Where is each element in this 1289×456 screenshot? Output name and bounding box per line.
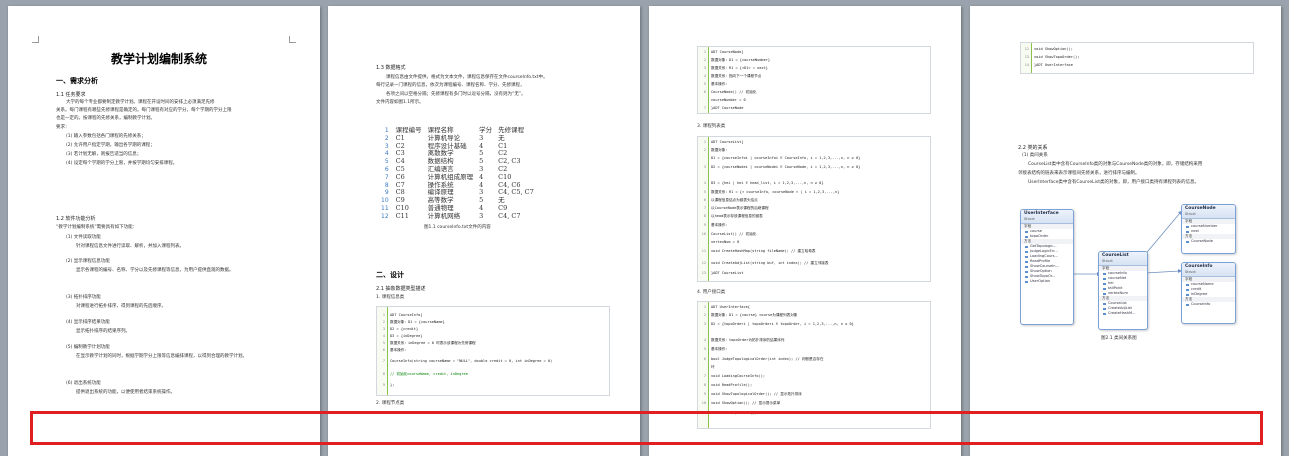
table-row: 12 C11 计算机网络 3 C4, C7 — [381, 211, 521, 220]
list-item: 显示各课程的编号、名称、学分以及先修课程等信息，为用户提供直观的数据。 — [76, 268, 234, 273]
margin-corner-mark — [32, 36, 39, 43]
list-item: 2. 课程节点类 — [376, 401, 405, 406]
body-text: 课程信息由文件提供，格式为文本文件，课程信息保存在文件courseInfo.tx… — [386, 75, 548, 80]
subsection-heading: 1.3 数据格式 — [376, 65, 406, 71]
list-item: (2) 允许用户指定学期，输出各学期的课程； — [66, 143, 155, 148]
body-text: 大学的每个专业都要制定教学计划。课程在开设时间的安排上必须满足先修 — [66, 100, 215, 105]
body-text: 关系。每门课程有哪些先修课程是确定的。每门课程有对应的学分，每个学期的学分上限 — [56, 108, 232, 113]
uml-class-courseinfo[interactable]: CourseInfo Struct 字段 courseName credit in… — [1181, 262, 1236, 324]
list-item: (4) 设定每个学期的学分上限，并按学期均匀安排课程。 — [66, 161, 178, 166]
list-item: (1) 文件读取功能 — [66, 235, 101, 240]
code-block: 1 ADT UserInterface{ 2 数据对象：D1 = {course}… — [697, 301, 931, 429]
list-item: 对课程进行拓扑排序，得到课程的先后顺序。 — [76, 304, 166, 309]
list-item: (4) 显示排序结果功能 — [66, 320, 110, 325]
uml-class-courselist[interactable]: CourseList Struct 字段 courseInfo courseNet… — [1098, 251, 1148, 330]
list-item: (3) 拓扑排序功能 — [66, 295, 101, 300]
subsection-heading: 1.2 软件功能分析 — [56, 216, 96, 222]
document-page-1[interactable]: 教学计划编制系统 一、需求分析 1.1 任务要求 大学的每个专业都要制定教学计划… — [8, 6, 320, 456]
highlight-rectangle — [30, 411, 1263, 445]
code-block: 1 ADT CourseInfo{ 2 数据对象：D1 = {courseName… — [376, 306, 610, 396]
document-title: 教学计划编制系统 — [111, 52, 208, 66]
body-text: 也是一定的。按课程的先修关系，编制教学计划。 — [56, 116, 155, 121]
body-text: 要求： — [56, 125, 70, 130]
figure-caption: 图2.1 类间关系图 — [1101, 336, 1137, 341]
body-text: 各项之间以空格分隔；先修课程有多门时以逗号分隔，没有则为“无”。 — [386, 92, 526, 97]
code-block: 1 ADT CourseNode{ 2 数据对象：D1 = {courseNumb… — [697, 46, 931, 114]
uml-class-coursenode[interactable]: CourseNode Struct 字段 courseNumber next 方法… — [1181, 204, 1236, 254]
body-text: 文件内容如图1.1所示。 — [376, 100, 424, 105]
list-item: 显示拓扑排序的结果序列。 — [76, 329, 130, 334]
subsection-heading: 2.1 抽象数据类型描述 — [376, 286, 426, 292]
uml-class-userinterface[interactable]: UserInterface Struct 字段 course topoOrder … — [1020, 209, 1074, 325]
list-item: 4. 用户接口类 — [697, 290, 726, 295]
list-item: (6) 退出系统功能 — [66, 381, 101, 386]
list-item: 提供退出系统的功能，以便使用者结束系统操作。 — [76, 390, 175, 395]
list-item: (1) 输入参数包括各门课程的先修关系； — [66, 134, 146, 139]
document-page-2[interactable]: 1.3 数据格式 课程信息由文件提供，格式为文本文件，课程信息保存在文件cour… — [328, 6, 640, 456]
list-item: 在显示教学计划的同时，根据学期学分上限等信息编排课程，以得到合理的教学计划。 — [76, 354, 247, 359]
document-page-3[interactable]: 1 ADT CourseNode{ 2 数据对象：D1 = {courseNumb… — [649, 6, 961, 456]
list-item: (3) 若计划无解，则报告适当的信息； — [66, 152, 142, 157]
list-item: (2) 显示课程信息功能 — [66, 259, 110, 264]
list-item: 1. 课程信息类 — [376, 295, 405, 300]
course-info-table: 1 课程编号 课程名称 学分 先修课程 2 C1 计算机导论 3 无 3 C2 程序设计基础 4 C1… — [378, 126, 537, 221]
list-item: (5) 编制教学计划功能 — [66, 345, 110, 350]
body-text: “教学计划编制系统”需要具有如下功能： — [56, 225, 138, 230]
body-text: 每行记录一门课程的信息，依次为课程编号、课程名称、学分、先修课程， — [376, 83, 525, 88]
section-heading: 一、需求分析 — [56, 77, 98, 85]
code-block: 1 ADT CourseList{ 2 数据对象： D1 = {courseInf… — [697, 136, 931, 282]
margin-corner-mark — [289, 36, 296, 43]
subsection-heading: 1.1 任务要求 — [56, 92, 86, 98]
document-page-4[interactable]: 12 void ShowOption(); 13 void ShowTopoOrde… — [970, 6, 1281, 456]
list-item: 3. 课程列表类 — [697, 124, 726, 129]
list-item: 针对课程信息文件进行读取、解析，并加入课程列表。 — [76, 244, 184, 249]
figure-caption: 图1.1 courseInfo.txt文件的内容 — [424, 225, 491, 230]
section-heading: 二、设计 — [376, 271, 404, 279]
